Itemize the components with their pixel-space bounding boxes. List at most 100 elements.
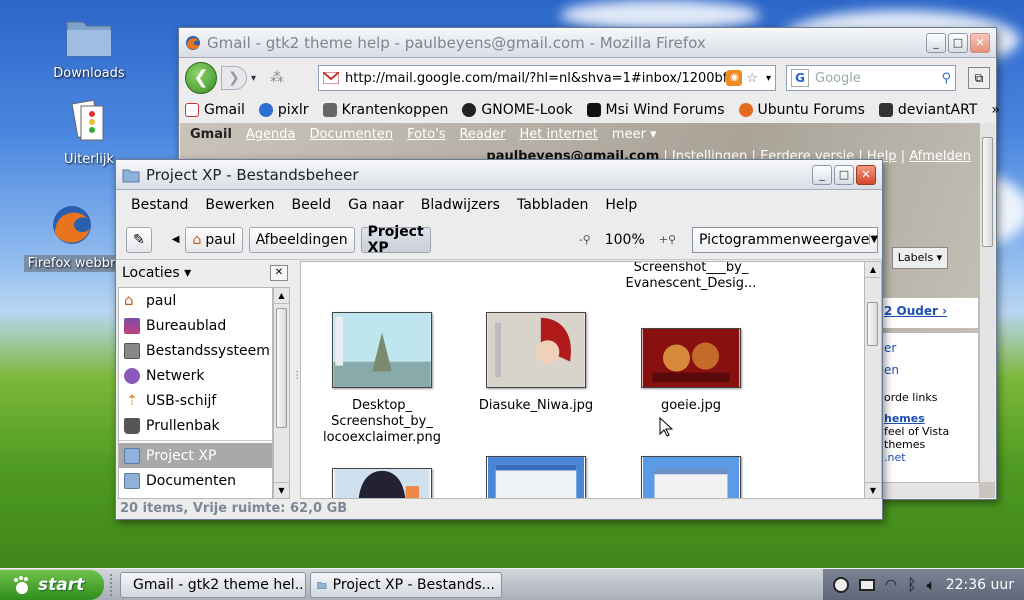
- bookmark-ubuntu-forums[interactable]: Ubuntu Forums: [738, 102, 865, 118]
- deviantart-icon: [878, 103, 893, 117]
- taskbar-item-file-manager[interactable]: Project XP - Bestands...: [310, 571, 502, 598]
- desktop-icon-uiterlijk[interactable]: Uiterlijk: [44, 99, 134, 167]
- link-afmelden[interactable]: Afmelden: [909, 149, 971, 164]
- file-item-screenshot-evanescent[interactable]: Screenshot___by_ Evanescent_Desig...: [621, 262, 761, 292]
- sidebar-item-project-xp[interactable]: Project XP: [119, 443, 272, 468]
- rss-icon[interactable]: ◉: [726, 70, 743, 86]
- forward-button[interactable]: ❯: [221, 66, 247, 90]
- volume-icon[interactable]: 🔈︎: [927, 576, 936, 594]
- bookmark-star-icon[interactable]: ☆: [746, 71, 758, 86]
- update-icon[interactable]: [832, 576, 849, 593]
- bookmark-pixlr[interactable]: pixlr: [258, 102, 309, 118]
- sidebar: Locaties ▾ ✕ ⌂ paul Bureaublad Bestandssy…: [118, 261, 292, 499]
- page-horizontal-scrollbar[interactable]: [880, 482, 979, 498]
- gmail-nav-fotos[interactable]: Foto's: [407, 127, 445, 142]
- gmail-side-panel: er en orde links hemes feel of Vista the…: [880, 333, 978, 483]
- file-item-xp-screenshot-1[interactable]: [466, 456, 606, 498]
- search-icon[interactable]: ⚲: [941, 71, 951, 86]
- scroll-down-icon[interactable]: ▼: [274, 482, 289, 498]
- search-bar[interactable]: G Google ⚲: [786, 65, 956, 91]
- sidebar-item-prullenbak[interactable]: Prullenbak: [119, 413, 272, 438]
- bookmarks-overflow-button[interactable]: »: [991, 102, 1000, 118]
- path-button-paul[interactable]: ⌂ paul: [185, 226, 243, 253]
- older-link[interactable]: 2 Ouder ›: [880, 298, 978, 328]
- path-button-afbeeldingen[interactable]: Afbeeldingen: [248, 226, 355, 253]
- sidebar-title-dropdown[interactable]: Locaties ▾: [122, 265, 191, 281]
- battery-icon[interactable]: [858, 578, 875, 591]
- labels-button[interactable]: Labels ▾: [892, 247, 948, 269]
- gmail-nav-gmail[interactable]: Gmail: [190, 127, 232, 142]
- desktop-icon-firefox[interactable]: Firefox webbr: [24, 203, 119, 272]
- image-thumbnail: [641, 328, 741, 388]
- sidebar-scrollbar[interactable]: ▲ ▼: [273, 287, 290, 499]
- scroll-up-icon[interactable]: ▲: [865, 262, 881, 278]
- menu-beeld[interactable]: Beeld: [291, 197, 331, 213]
- gmail-nav-agenda[interactable]: Agenda: [246, 127, 296, 142]
- file-label: Diasuke_Niwa.jpg: [478, 398, 594, 413]
- file-item-goeie[interactable]: goeie.jpg: [621, 328, 761, 414]
- minimize-button[interactable]: _: [926, 32, 946, 53]
- zoom-out-icon[interactable]: -⚲: [579, 233, 591, 246]
- close-button[interactable]: ✕: [970, 32, 990, 53]
- maximize-button[interactable]: □: [834, 164, 854, 185]
- page-vertical-scrollbar[interactable]: [979, 123, 995, 482]
- taskbar-item-firefox[interactable]: Gmail - gtk2 theme hel...: [120, 571, 306, 598]
- scroll-thumb[interactable]: [982, 137, 993, 247]
- menu-ga-naar[interactable]: Ga naar: [348, 197, 404, 213]
- wifi-icon[interactable]: ◠: [885, 577, 897, 593]
- sidebar-item-paul[interactable]: ⌂ paul: [119, 288, 272, 313]
- menu-tabbladen[interactable]: Tabbladen: [517, 197, 588, 213]
- gmail-nav-reader[interactable]: Reader: [459, 127, 505, 142]
- firefox-titlebar[interactable]: Gmail - gtk2 theme help - paulbeyens@gma…: [179, 28, 996, 58]
- file-item-desktop-screenshot[interactable]: Desktop_ Screenshot_by_ locoexclaimer.pn…: [312, 312, 452, 446]
- history-dropdown-icon[interactable]: ▾: [251, 73, 256, 84]
- scroll-thumb[interactable]: [276, 308, 287, 428]
- close-button[interactable]: ✕: [856, 164, 876, 185]
- view-mode-select[interactable]: Pictogrammenweergave ▼: [692, 226, 878, 253]
- sidebar-item-netwerk[interactable]: Netwerk: [119, 363, 272, 388]
- file-item-xp-screenshot-2[interactable]: [621, 456, 761, 498]
- gmail-nav-internet[interactable]: Het internet: [520, 127, 598, 142]
- close-sidebar-button[interactable]: ✕: [270, 265, 288, 281]
- bookmark-gnome-look[interactable]: GNOME-Look: [462, 102, 573, 118]
- file-manager-titlebar[interactable]: Project XP - Bestandsbeheer _ □ ✕: [116, 160, 882, 190]
- file-item-diasuke-niwa[interactable]: Diasuke_Niwa.jpg: [466, 312, 606, 414]
- path-left-arrow-icon[interactable]: ◀: [172, 234, 180, 245]
- taskbar-grip[interactable]: [110, 573, 114, 596]
- file-manager-window[interactable]: Project XP - Bestandsbeheer _ □ ✕ Bestan…: [115, 159, 883, 520]
- sidebar-item-bureaublad[interactable]: Bureaublad: [119, 313, 272, 338]
- file-view-scrollbar[interactable]: ▲ ▼: [864, 262, 881, 498]
- desktop-icon-downloads[interactable]: Downloads: [44, 14, 134, 81]
- zoom-in-icon[interactable]: +⚲: [659, 233, 676, 246]
- maximize-button[interactable]: □: [948, 32, 968, 53]
- sidebar-item-bestandssysteem[interactable]: Bestandssysteem: [119, 338, 272, 363]
- minimize-button[interactable]: _: [812, 164, 832, 185]
- bookmark-krantenkoppen[interactable]: Krantenkoppen: [322, 102, 448, 118]
- gmail-nav-more[interactable]: meer ▾: [612, 127, 657, 142]
- google-engine-icon[interactable]: G: [791, 69, 809, 87]
- menu-help[interactable]: Help: [605, 197, 637, 213]
- image-thumbnail: [641, 456, 741, 498]
- menu-bestand[interactable]: Bestand: [131, 197, 188, 213]
- bookmark-deviantart[interactable]: deviantART: [878, 102, 977, 118]
- file-item-anime-xp[interactable]: [312, 468, 452, 498]
- edit-location-button[interactable]: ✎: [126, 226, 152, 253]
- url-dropdown-icon[interactable]: ▾: [766, 73, 771, 84]
- menu-bewerken[interactable]: Bewerken: [205, 197, 274, 213]
- sidebar-item-usb[interactable]: ⇡ USB-schijf: [119, 388, 272, 413]
- menu-bladwijzers[interactable]: Bladwijzers: [421, 197, 500, 213]
- scroll-thumb[interactable]: [867, 302, 878, 346]
- url-bar[interactable]: http://mail.google.com/mail/?hl=nl&shva=…: [318, 65, 776, 91]
- back-button[interactable]: ❮: [185, 62, 217, 94]
- sidebar-item-documenten[interactable]: Documenten: [119, 468, 272, 493]
- path-button-project-xp[interactable]: Project XP: [360, 224, 431, 256]
- clock[interactable]: 22:36 uur: [946, 577, 1014, 593]
- bluetooth-icon[interactable]: ᛒ: [907, 575, 917, 594]
- scroll-up-icon[interactable]: ▲: [274, 288, 289, 304]
- gmail-nav-documenten[interactable]: Documenten: [310, 127, 394, 142]
- start-button[interactable]: start: [0, 569, 104, 600]
- scroll-down-icon[interactable]: ▼: [865, 482, 881, 498]
- bookmark-gmail[interactable]: Gmail: [185, 102, 245, 118]
- fullscreen-icon[interactable]: ⧉: [968, 67, 990, 89]
- bookmark-msi-wind[interactable]: Msi Wind Forums: [586, 102, 725, 118]
